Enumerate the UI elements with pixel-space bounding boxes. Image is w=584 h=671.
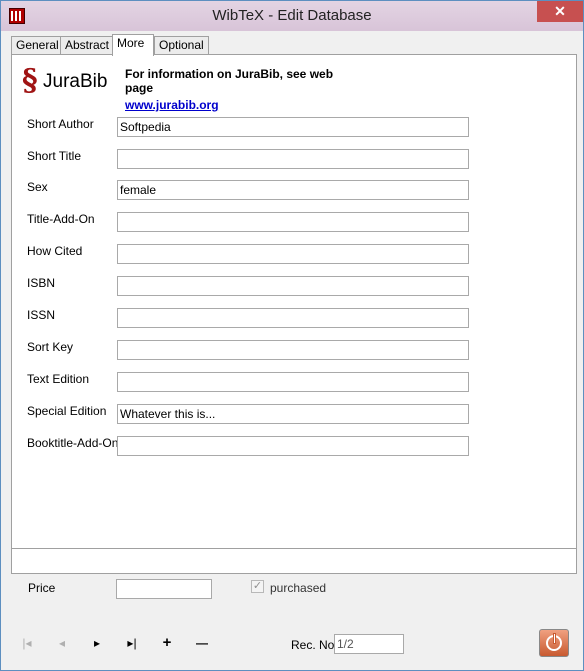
title-add-on-label: Title-Add-On bbox=[27, 212, 95, 226]
first-record-button[interactable]: |◂ bbox=[18, 635, 36, 651]
title-bar[interactable]: WibTeX - Edit Database ✕ bbox=[1, 1, 583, 31]
next-record-button[interactable]: ▸ bbox=[88, 635, 106, 651]
jurabib-logo: § JuraBib bbox=[22, 63, 112, 101]
purchase-panel: Price ✓ purchased bbox=[11, 548, 577, 628]
purchased-checkbox[interactable]: ✓ bbox=[251, 580, 264, 593]
text-edition-label: Text Edition bbox=[27, 372, 90, 386]
sex-field[interactable]: female bbox=[117, 180, 469, 200]
logo-text: JuraBib bbox=[43, 71, 108, 92]
short-title-label: Short Title bbox=[27, 149, 82, 163]
sex-label: Sex bbox=[27, 180, 48, 194]
tab-abstract[interactable]: Abstract bbox=[60, 36, 115, 55]
tab-more[interactable]: More bbox=[112, 34, 154, 56]
jurabib-link[interactable]: www.jurabib.org bbox=[125, 98, 219, 112]
client-area: General Abstract More Optional § JuraBib… bbox=[9, 31, 577, 664]
sort-key-field[interactable] bbox=[117, 340, 469, 360]
text-edition-field[interactable] bbox=[117, 372, 469, 392]
more-tab-panel: § JuraBib For information on JuraBib, se… bbox=[11, 54, 577, 574]
booktitle-add-on-label: Booktitle-Add-On bbox=[27, 436, 119, 450]
tab-general[interactable]: General bbox=[11, 36, 64, 55]
short-author-field[interactable]: Softpedia bbox=[117, 117, 469, 137]
short-title-field[interactable] bbox=[117, 149, 469, 169]
isbn-label: ISBN bbox=[27, 276, 56, 290]
price-field[interactable] bbox=[116, 579, 212, 599]
price-label: Price bbox=[28, 581, 56, 595]
how-cited-field[interactable] bbox=[117, 244, 469, 264]
main-window: WibTeX - Edit Database ✕ General Abstrac… bbox=[0, 0, 584, 671]
info-text: For information on JuraBib, see web page bbox=[125, 67, 334, 95]
delete-record-button[interactable]: — bbox=[193, 635, 211, 651]
sort-key-label: Sort Key bbox=[27, 340, 74, 354]
special-edition-field[interactable]: Whatever this is... bbox=[117, 404, 469, 424]
isbn-field[interactable] bbox=[117, 276, 469, 296]
purchased-label: purchased bbox=[270, 581, 327, 595]
prev-record-button[interactable]: ◂ bbox=[53, 635, 71, 651]
issn-field[interactable] bbox=[117, 308, 469, 328]
short-author-label: Short Author bbox=[27, 117, 94, 131]
add-record-button[interactable]: + bbox=[158, 635, 176, 651]
tab-optional[interactable]: Optional bbox=[154, 36, 209, 55]
close-button[interactable]: ✕ bbox=[537, 1, 583, 22]
rec-no-label: Rec. No. bbox=[291, 638, 338, 652]
special-edition-label: Special Edition bbox=[27, 404, 107, 418]
window-title: WibTeX - Edit Database bbox=[212, 7, 372, 24]
title-add-on-field[interactable] bbox=[117, 212, 469, 232]
rec-no-field[interactable]: 1/2 bbox=[334, 634, 404, 654]
issn-label: ISSN bbox=[27, 308, 56, 322]
paragraph-icon: § bbox=[22, 63, 38, 98]
record-navigator: |◂ ◂ ▸ ▸| + — Rec. No. 1/2 bbox=[9, 627, 577, 657]
booktitle-add-on-field[interactable] bbox=[117, 436, 469, 456]
exit-button[interactable] bbox=[539, 629, 569, 657]
how-cited-label: How Cited bbox=[27, 244, 83, 258]
last-record-button[interactable]: ▸| bbox=[123, 635, 141, 651]
